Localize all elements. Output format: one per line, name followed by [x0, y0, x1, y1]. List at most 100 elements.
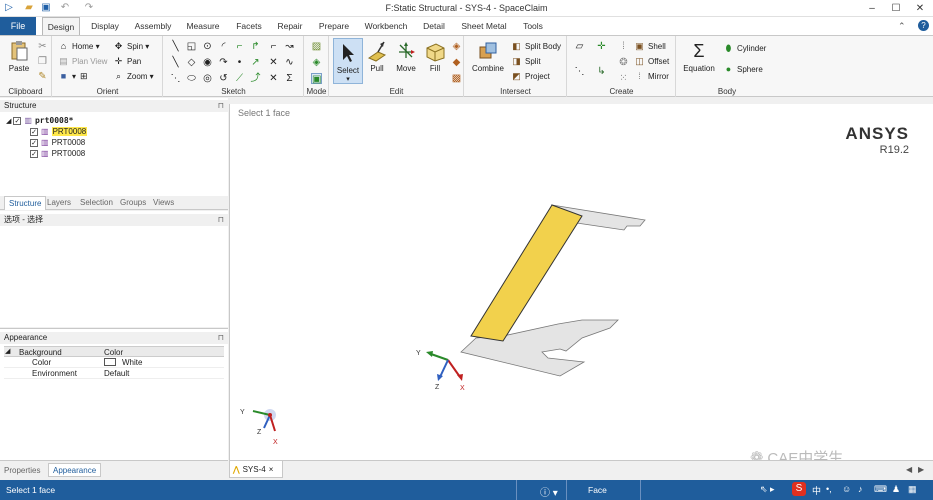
fill-pattern-icon[interactable]: ⁙ — [618, 73, 629, 84]
origin-icon[interactable]: ↳ — [596, 66, 607, 77]
toolbox-icon[interactable]: ▦ — [908, 484, 917, 495]
tab-display[interactable]: Display — [86, 17, 124, 35]
tab-tools[interactable]: Tools — [518, 17, 548, 35]
tree-item[interactable]: ✓ ▥ PRT0008 — [30, 126, 88, 137]
tab-design[interactable]: Design — [42, 17, 80, 35]
tab-next-icon[interactable]: ▶ — [918, 465, 924, 474]
line-icon[interactable]: ╲ — [170, 41, 181, 52]
cursor-icon[interactable]: ⇖ ▸ — [760, 484, 775, 495]
tab-assembly[interactable]: Assembly — [131, 17, 175, 35]
cylinder-button[interactable]: ⬮ Cylinder — [723, 43, 767, 54]
tab-file[interactable]: File — [0, 17, 36, 35]
close-icon[interactable]: ✕ — [908, 1, 932, 16]
three-point-circle-icon[interactable]: ◉ — [202, 57, 213, 68]
pattern-icon[interactable]: ⁞ — [618, 41, 629, 52]
section-mode-icon[interactable]: ◈ — [311, 57, 322, 68]
project-curve-icon[interactable]: ⤴ — [250, 73, 261, 84]
ime-logo-icon[interactable]: S — [792, 482, 806, 496]
tab-facets[interactable]: Facets — [232, 17, 266, 35]
tangent-arc-icon[interactable]: ↺ — [218, 73, 229, 84]
equation-curve-icon[interactable]: Σ — [284, 73, 295, 84]
tree-item[interactable]: ✓ ▥ PRT0008 — [30, 148, 85, 159]
rectangle-icon[interactable]: ◱ — [186, 41, 197, 52]
model-geometry[interactable]: Y X Z Y X Z — [230, 104, 933, 460]
combine-button[interactable]: Combine — [468, 40, 508, 73]
tab-appearance[interactable]: Appearance — [48, 463, 102, 477]
microphone-icon[interactable]: ♪ — [858, 484, 863, 494]
emoji-icon[interactable]: ☺ — [842, 484, 851, 494]
bend-icon[interactable]: ⟋ — [234, 73, 245, 84]
construction-line-icon[interactable]: ⋱ — [170, 73, 181, 84]
select-button[interactable]: Select ▾ — [333, 38, 363, 84]
split-body-button[interactable]: ◧ Split Body — [511, 41, 561, 52]
pin-icon[interactable]: ⊓ — [218, 214, 224, 226]
sphere-button[interactable]: ● Sphere — [723, 64, 763, 75]
circular-pattern-icon[interactable]: ❂ — [618, 57, 629, 68]
ime-mode[interactable]: 中 — [812, 484, 821, 497]
collapse-icon[interactable]: ◢ — [6, 117, 11, 125]
view-cube-button[interactable]: ■ ▾ ⊞ — [58, 71, 92, 82]
pan-button[interactable]: ✛ Pan — [113, 56, 142, 67]
tab-prev-icon[interactable]: ◀ — [906, 465, 912, 474]
replace-icon[interactable]: ◆ — [451, 57, 462, 68]
visibility-checkbox[interactable]: ✓ — [30, 149, 38, 158]
extend-icon[interactable]: ↗ — [250, 57, 261, 68]
home-button[interactable]: ⌂ Home ▾ — [58, 41, 100, 52]
polygon-icon[interactable]: ⌐ — [268, 41, 279, 52]
equation-button[interactable]: Σ Equation — [680, 40, 718, 73]
visibility-checkbox[interactable]: ✓ — [30, 138, 38, 147]
3d-viewport[interactable]: Select 1 face ANSYS R19.2 Y X Z Y X Z ❁ … — [229, 104, 933, 467]
tab-detail[interactable]: Detail — [418, 17, 450, 35]
tab-measure[interactable]: Measure — [183, 17, 223, 35]
shell-button[interactable]: ▣ Shell — [634, 41, 666, 52]
subtab-structure[interactable]: Structure — [4, 196, 47, 210]
sketch-mode-icon[interactable]: ▨ — [311, 41, 322, 52]
subtab-views[interactable]: Views — [153, 196, 174, 210]
visibility-checkbox[interactable]: ✓ — [30, 127, 38, 136]
three-point-rect-icon[interactable]: ◇ — [186, 57, 197, 68]
property-row[interactable]: Environment Default — [4, 368, 224, 379]
spline-icon[interactable]: ∿ — [284, 57, 295, 68]
subtab-selection[interactable]: Selection — [80, 196, 113, 210]
collapse-icon[interactable]: ◢ — [5, 347, 10, 355]
circle-icon[interactable]: ⊙ — [202, 41, 213, 52]
tab-repair[interactable]: Repair — [274, 17, 306, 35]
plan-view-button[interactable]: ▤ Plan View — [58, 56, 107, 67]
concentric-icon[interactable]: ◎ — [202, 73, 213, 84]
trim-icon[interactable]: ⌐ — [234, 41, 245, 52]
selected-face[interactable] — [470, 204, 583, 342]
property-row[interactable]: Color White — [4, 357, 224, 368]
pull-button[interactable]: Pull — [363, 40, 391, 73]
offset-button[interactable]: ◫ Offset — [634, 56, 669, 67]
point-create-icon[interactable]: ⋱ — [574, 66, 585, 77]
minimize-icon[interactable]: – — [860, 1, 884, 16]
tree-item[interactable]: ✓ ▥ PRT0008 — [30, 137, 85, 148]
move-button[interactable]: Move — [392, 40, 420, 73]
mirror-button[interactable]: ⁞ Mirror — [634, 71, 669, 82]
color-swatch[interactable] — [104, 358, 116, 366]
info-icon[interactable]: ⓘ ▾ — [540, 484, 558, 499]
tweak-face-icon[interactable]: ▩ — [451, 73, 462, 84]
tree-root[interactable]: ◢ ✓ ▥ prt0008* — [6, 115, 73, 126]
tab-prepare[interactable]: Prepare — [315, 17, 353, 35]
tab-sheet-metal[interactable]: Sheet Metal — [459, 17, 509, 35]
visibility-checkbox[interactable]: ✓ — [13, 116, 22, 125]
maximize-icon[interactable]: ☐ — [884, 1, 908, 16]
project-button[interactable]: ◩ Project — [511, 71, 550, 82]
paste-button[interactable]: Paste — [4, 40, 34, 73]
tab-properties[interactable]: Properties — [4, 464, 40, 478]
cut-icon[interactable]: ✂ — [37, 41, 48, 52]
subtab-groups[interactable]: Groups — [120, 196, 146, 210]
pin-icon[interactable]: ⊓ — [218, 100, 224, 112]
property-group-row[interactable]: ◢ Background Color — [4, 346, 224, 357]
offset-curve-icon[interactable]: ↱ — [250, 41, 261, 52]
keyboard-icon[interactable]: ⌨ — [874, 484, 887, 495]
subtab-layers[interactable]: Layers — [47, 196, 71, 210]
split-button[interactable]: ◨ Split — [511, 56, 540, 67]
tab-workbench[interactable]: Workbench — [362, 17, 410, 35]
fill-button[interactable]: Fill — [421, 40, 449, 73]
doc-tab-sys4[interactable]: ⋀ SYS-4 × — [229, 461, 283, 478]
skin-icon[interactable]: ♟ — [892, 484, 900, 495]
zoom-button[interactable]: ⌕ Zoom ▾ — [113, 71, 154, 82]
plane-icon[interactable]: ▱ — [574, 41, 585, 52]
